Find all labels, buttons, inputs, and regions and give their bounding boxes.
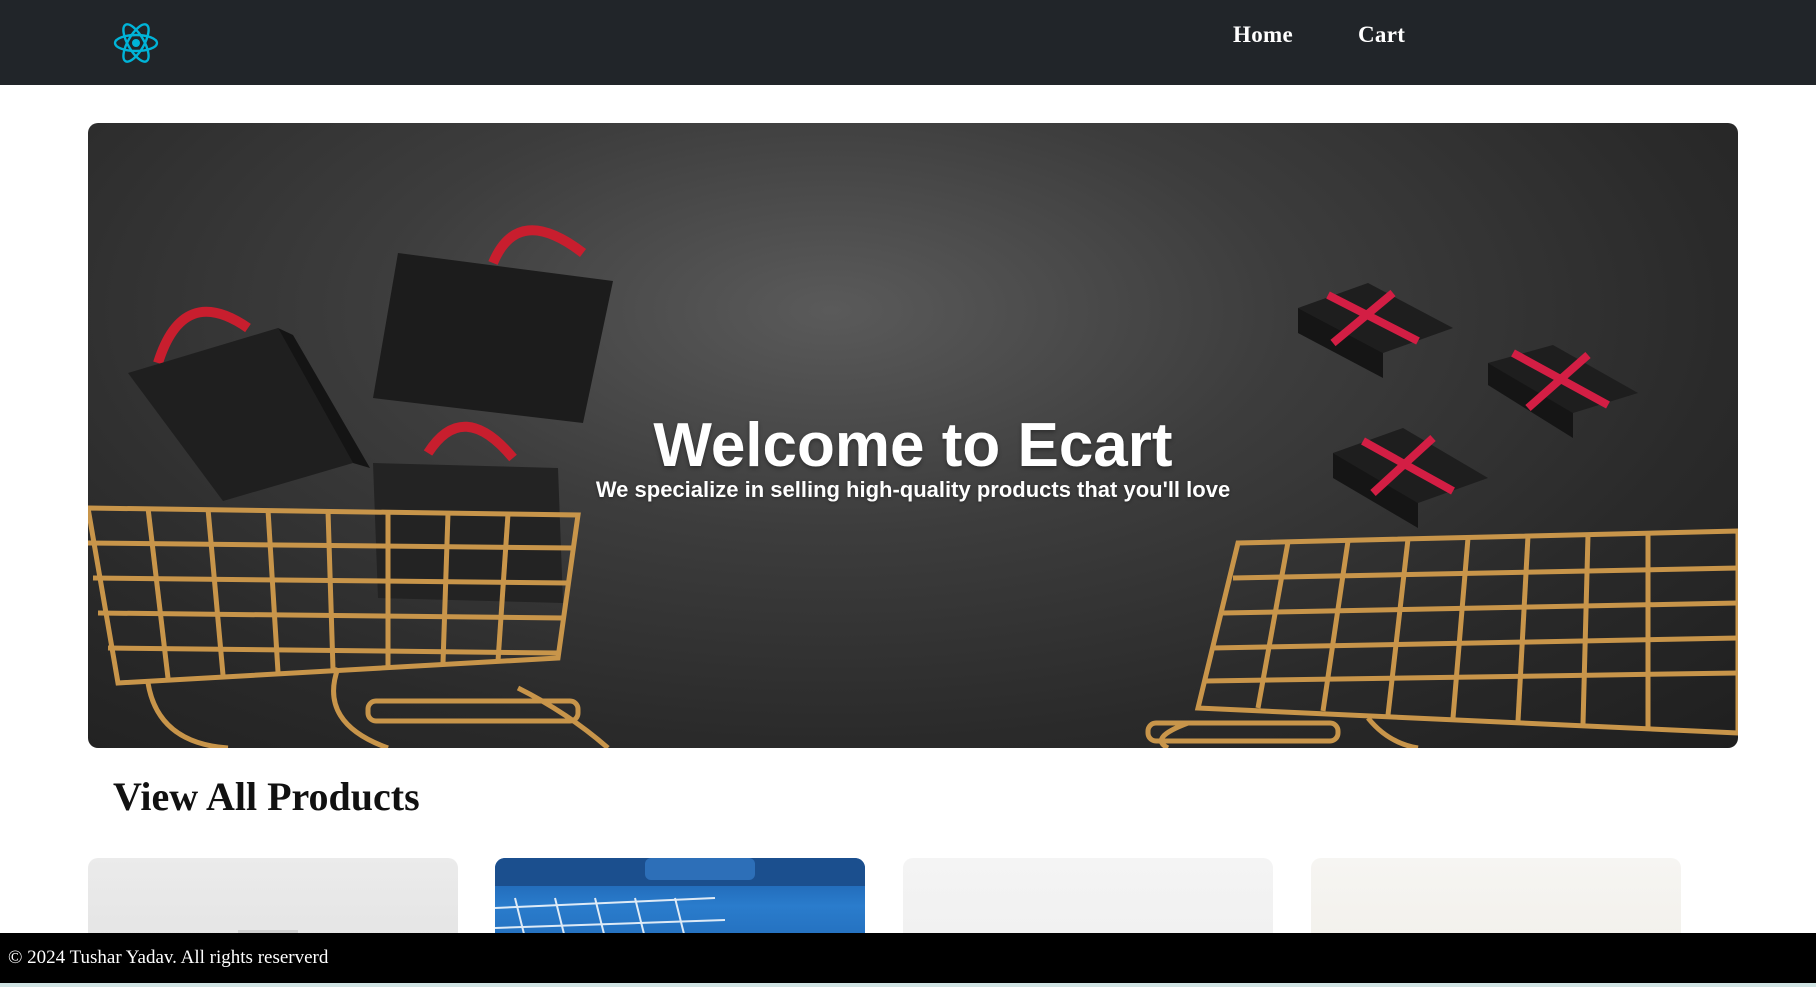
hero-subtitle: We specialize in selling high-quality pr… <box>595 477 1231 502</box>
nav-link-home[interactable]: Home <box>1233 22 1293 48</box>
footer-copyright: © 2024 Tushar Yadav. All rights reserver… <box>8 947 329 968</box>
shopping-bag-icon <box>373 225 613 423</box>
navbar: Home Cart <box>0 0 1816 85</box>
hero-title: Welcome to Ecart <box>653 410 1173 480</box>
nav-link-cart[interactable]: Cart <box>1358 22 1405 48</box>
react-atom-icon[interactable] <box>112 21 160 65</box>
gift-box-image <box>1298 283 1453 378</box>
hero-banner: Welcome to Ecart We specialize in sellin… <box>88 123 1738 748</box>
products-section-title: View All Products <box>113 774 420 819</box>
footer: © 2024 Tushar Yadav. All rights reserver… <box>0 933 1816 987</box>
shopping-cart-image <box>1145 528 1738 748</box>
